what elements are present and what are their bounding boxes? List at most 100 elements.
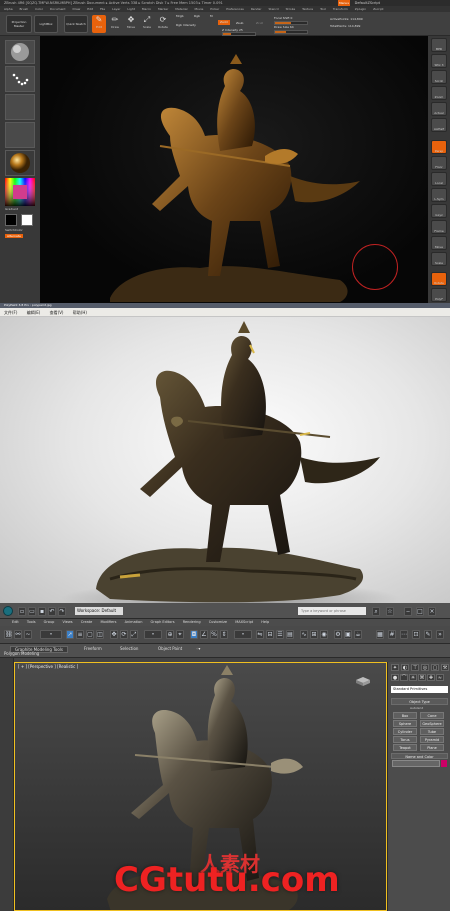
menu-zplugin[interactable]: Zplugin (355, 7, 366, 11)
brush-preset-icon[interactable]: ✎ (424, 630, 432, 639)
cameras-icon[interactable]: ⌘ (418, 674, 426, 681)
render-setup-icon[interactable]: ⚙ (334, 630, 342, 639)
bind-spacewarp-icon[interactable]: ~ (24, 630, 32, 639)
pyramid-button[interactable]: Pyramid (420, 736, 444, 743)
utilities-tab-icon[interactable]: ⚒ (441, 664, 449, 671)
maximize-icon[interactable]: □ (416, 607, 424, 616)
frame-button[interactable]: Frame (431, 220, 447, 234)
menu-file[interactable]: File (100, 7, 105, 11)
color-picker[interactable] (5, 178, 35, 206)
polyf-button[interactable]: PolyF (431, 288, 447, 302)
menu-help-cn[interactable]: 帮助(H) (73, 310, 87, 315)
render-production-icon[interactable]: ☕ (354, 630, 362, 639)
select-and-scale-icon[interactable]: ⤢ (130, 630, 138, 639)
alternate-button[interactable]: Alternate (5, 234, 23, 238)
edit-mode-button[interactable]: ✎ Edit (92, 15, 106, 33)
viewport-layout-icon[interactable]: ▦ (376, 630, 384, 639)
menu-light[interactable]: Light (127, 7, 135, 11)
rotate-mode-button[interactable]: ⟳ Rotate (156, 15, 170, 33)
menu-customize[interactable]: Customize (209, 620, 227, 624)
menu-movie[interactable]: Movie (194, 7, 203, 11)
secondary-color-swatch[interactable] (21, 214, 33, 226)
scale-mode-button[interactable]: ⤢ Scale (140, 15, 154, 33)
select-and-move-icon[interactable]: ✥ (110, 630, 118, 639)
toolbar-overflow-icon[interactable]: » (436, 630, 444, 639)
save-file-icon[interactable]: ▪ (38, 607, 46, 616)
alpha-thumbnail[interactable] (5, 94, 35, 120)
snaps-toggle-icon[interactable]: ◘ (190, 630, 198, 639)
menu-brush[interactable]: Brush (20, 7, 29, 11)
lightbox-button[interactable]: LightBox (34, 15, 58, 33)
grid-icon[interactable]: # (388, 630, 396, 639)
cone-button[interactable]: Cone (420, 712, 444, 719)
tab-object-paint[interactable]: Object Paint (158, 646, 182, 651)
bpr-button[interactable]: BPR (431, 38, 447, 52)
teapot-button[interactable]: Teapot (393, 744, 417, 751)
menu-texture[interactable]: Texture (302, 7, 313, 11)
reference-coordinate-dropdown[interactable]: ▾ (144, 630, 162, 639)
menu-layer[interactable]: Layer (112, 7, 120, 11)
persp-button[interactable]: Persp (431, 140, 447, 154)
close-icon[interactable]: × (428, 607, 436, 616)
layer-manager-icon[interactable]: ☰ (276, 630, 284, 639)
mrgb-toggle[interactable]: Mrgb (176, 13, 184, 19)
named-selection-dropdown[interactable]: ▾ (234, 630, 252, 639)
search-icon[interactable]: ⌕ (372, 607, 380, 616)
menu-group[interactable]: Group (44, 620, 55, 624)
aahalf-button[interactable]: AAHalf (431, 118, 447, 132)
rotate-view-button[interactable]: Rotate (431, 272, 447, 286)
unlink-icon[interactable]: ⚯ (14, 630, 22, 639)
geosphere-button[interactable]: GeoSphere (420, 720, 444, 727)
menu-macro[interactable]: Macro (142, 7, 151, 11)
create-tab-icon[interactable]: ✦ (391, 664, 399, 671)
lights-icon[interactable]: ☀ (409, 674, 417, 681)
lsym-button[interactable]: L.Sym (431, 188, 447, 202)
undo-icon[interactable]: ↶ (48, 607, 56, 616)
scene-explorer-icon[interactable]: ⊡ (412, 630, 420, 639)
m-toggle[interactable]: M (210, 13, 213, 19)
quick-sketch-button[interactable]: Quick Sketch (64, 15, 88, 33)
menu-stroke[interactable]: Stroke (286, 7, 296, 11)
helpers-icon[interactable]: ✚ (427, 674, 435, 681)
menu-picker[interactable]: Picker (210, 7, 219, 11)
zsub-toggle[interactable]: Zsub (236, 20, 243, 26)
percent-snap-icon[interactable]: % (210, 630, 218, 639)
graphite-toggle-icon[interactable]: ▤ (286, 630, 294, 639)
menu-graph-editors[interactable]: Graph Editors (151, 620, 175, 624)
rendered-frame-icon[interactable]: ▣ (344, 630, 352, 639)
angle-snap-icon[interactable]: ∠ (200, 630, 208, 639)
menu-views[interactable]: Views (62, 620, 72, 624)
menu-modifiers[interactable]: Modifiers (100, 620, 116, 624)
tab-selection[interactable]: Selection (120, 646, 138, 651)
minimize-icon[interactable]: ‒ (404, 607, 412, 616)
object-name-field[interactable] (392, 760, 440, 767)
menu-edit[interactable]: Edit (87, 7, 93, 11)
info-center-icon[interactable]: ☆ (386, 607, 394, 616)
menu-color[interactable]: Color (35, 7, 43, 11)
primitive-type-dropdown[interactable]: Standard Primitives (391, 686, 448, 693)
display-tab-icon[interactable]: ▢ (431, 664, 439, 671)
menu-stencil[interactable]: Stencil (268, 7, 278, 11)
menu-animation[interactable]: Animation (125, 620, 143, 624)
stroke-thumbnail[interactable] (5, 66, 35, 92)
hierarchy-tab-icon[interactable]: ⊤ (411, 664, 419, 671)
menu-zscript[interactable]: Zscript (373, 7, 383, 11)
scale-view-button[interactable]: Scale (431, 252, 447, 266)
ribbon-options-icon[interactable]: ◦▾ (196, 646, 200, 651)
menu-edit-cn[interactable]: 编辑(E) (27, 310, 41, 315)
material-thumbnail[interactable] (5, 150, 35, 176)
rgb-toggle[interactable]: Rgb (194, 13, 200, 19)
align-icon[interactable]: ⊟ (266, 630, 274, 639)
material-editor-icon[interactable]: ◉ (320, 630, 328, 639)
scroll-button[interactable]: Scroll (431, 70, 447, 84)
schematic-view-icon[interactable]: ⊞ (310, 630, 318, 639)
zadd-toggle[interactable]: Zadd (218, 20, 230, 25)
menu-tool[interactable]: Tool (320, 7, 326, 11)
max-logo-icon[interactable] (3, 606, 13, 616)
object-type-rollout[interactable]: Object Type (391, 698, 448, 705)
zoom-button[interactable]: Zoom (431, 86, 447, 100)
menu-view-cn[interactable]: 查看(V) (50, 310, 64, 315)
open-file-icon[interactable]: ▭ (28, 607, 36, 616)
link-icon[interactable]: ⛓ (4, 630, 13, 639)
menu-material[interactable]: Material (175, 7, 187, 11)
